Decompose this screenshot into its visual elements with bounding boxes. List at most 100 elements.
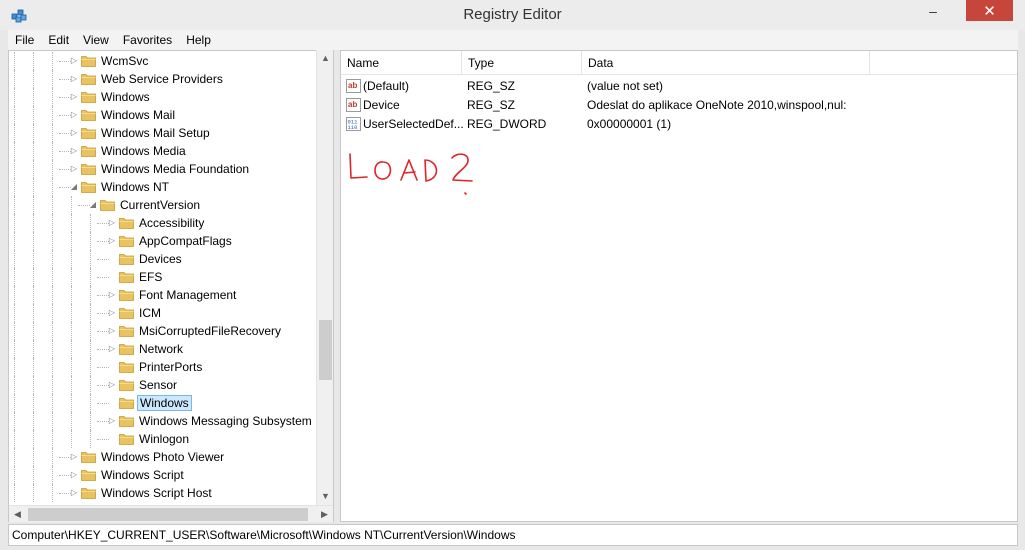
tree-item[interactable]: ▷ Windows (9, 88, 318, 106)
menu-file[interactable]: File (8, 30, 41, 50)
tree-item[interactable]: ▷ Windows Mail Setup (9, 124, 318, 142)
tree-item-label[interactable]: Windows Mail (99, 107, 177, 123)
tree-item[interactable]: ▷ Windows Photo Viewer (9, 448, 318, 466)
scroll-right-icon[interactable]: ▶ (316, 506, 333, 523)
tree-item[interactable]: Windows (9, 394, 318, 412)
menu-edit[interactable]: Edit (41, 30, 76, 50)
tree-item[interactable]: ▷ MsiCorruptedFileRecovery (9, 322, 318, 340)
tree-item[interactable]: ▷ Sensor (9, 376, 318, 394)
tree-item-label[interactable]: Web Service Providers (99, 71, 225, 87)
tree-item-label[interactable]: MsiCorruptedFileRecovery (137, 323, 283, 339)
tree-guide-line (52, 196, 53, 214)
expand-arrow-icon[interactable]: ▷ (107, 217, 117, 229)
values-list[interactable]: Name Type Data ab (Default) REG_SZ (value n… (340, 50, 1018, 522)
expand-arrow-icon[interactable]: ▷ (69, 91, 79, 103)
tree-item-label[interactable]: Windows Media (99, 143, 188, 159)
tree-item[interactable]: ▷ AppCompatFlags (9, 232, 318, 250)
tree-item-label[interactable]: Accessibility (137, 215, 206, 231)
expand-arrow-icon[interactable]: ▷ (107, 289, 117, 301)
close-button[interactable]: ✕ (966, 0, 1013, 21)
tree-item[interactable]: ▷ Windows Script Host (9, 484, 318, 502)
tree-item[interactable]: ▷ Windows Messaging Subsystem (9, 412, 318, 430)
tree-item-label[interactable]: EFS (137, 269, 164, 285)
tree-item-label[interactable]: AppCompatFlags (137, 233, 234, 249)
tree-item[interactable]: ▷ Web Service Providers (9, 70, 318, 88)
tree-item-label[interactable]: Windows Script Host (99, 485, 214, 501)
tree-guide-line (90, 286, 91, 304)
expand-arrow-icon[interactable]: ▷ (107, 325, 117, 337)
expand-arrow-icon[interactable]: ▷ (107, 379, 117, 391)
list-item[interactable]: 011 110 UserSelectedDef... REG_DWORD 0x00000… (341, 115, 1017, 134)
tree-item[interactable]: ▷ Windows Media (9, 142, 318, 160)
tree-item-label[interactable]: Winlogon (137, 431, 191, 447)
tree-item-label[interactable]: WcmSvc (99, 53, 150, 69)
tree-item[interactable]: EFS (9, 268, 318, 286)
column-header-name[interactable]: Name (341, 51, 462, 75)
menu-view[interactable]: View (76, 30, 116, 50)
tree-item-label[interactable]: CurrentVersion (118, 197, 202, 213)
key-tree[interactable]: ▷ WcmSvc ▷ Web Service Providers ▷ Windows ▷ Wi… (8, 50, 334, 522)
tree-item[interactable]: Devices (9, 250, 318, 268)
menu-favorites[interactable]: Favorites (116, 30, 179, 50)
tree-guide-line (52, 304, 53, 322)
tree-item[interactable]: Winlogon (9, 430, 318, 448)
expand-arrow-icon[interactable]: ▷ (69, 451, 79, 463)
tree-item-label[interactable]: Windows Messaging Subsystem (137, 413, 314, 429)
expand-arrow-icon[interactable]: ▷ (69, 487, 79, 499)
tree-item-label[interactable]: Windows Media Foundation (99, 161, 251, 177)
tree-guide-line (71, 376, 72, 394)
tree-item[interactable]: ▷ Windows Mail (9, 106, 318, 124)
tree-item[interactable]: ▷ Network (9, 340, 318, 358)
expand-arrow-icon[interactable]: ▷ (107, 343, 117, 355)
scroll-down-icon[interactable]: ▼ (317, 488, 334, 505)
expand-arrow-icon[interactable]: ▷ (69, 163, 79, 175)
tree-item[interactable]: ▷ Windows Media Foundation (9, 160, 318, 178)
tree-guide-line (14, 430, 15, 448)
folder-icon (119, 378, 134, 391)
expand-arrow-icon[interactable]: ▷ (69, 145, 79, 157)
collapse-arrow-icon[interactable]: ◢ (88, 199, 98, 211)
tree-item[interactable]: ▷ Accessibility (9, 214, 318, 232)
list-item[interactable]: ab (Default) REG_SZ (value not set) (341, 77, 1017, 96)
tree-item-label[interactable]: ICM (137, 305, 163, 321)
expand-arrow-icon[interactable]: ▷ (107, 415, 117, 427)
tree-item-label[interactable]: Font Management (137, 287, 238, 303)
tree-item[interactable]: ▷ Windows Script (9, 466, 318, 484)
tree-item[interactable]: ◢ CurrentVersion (9, 196, 318, 214)
expand-arrow-icon[interactable]: ▷ (69, 127, 79, 139)
tree-item-label[interactable]: Sensor (137, 377, 179, 393)
scroll-left-icon[interactable]: ◀ (9, 506, 26, 523)
expand-arrow-icon[interactable]: ▷ (107, 307, 117, 319)
tree-item[interactable]: ▷ Font Management (9, 286, 318, 304)
tree-item[interactable]: PrinterPorts (9, 358, 318, 376)
expand-arrow-icon[interactable]: ▷ (107, 235, 117, 247)
expand-arrow-icon[interactable]: ▷ (69, 73, 79, 85)
column-header-data[interactable]: Data (582, 51, 870, 75)
tree-item[interactable]: ▷ ICM (9, 304, 318, 322)
column-header-type[interactable]: Type (462, 51, 582, 75)
tree-item-label[interactable]: Windows Photo Viewer (99, 449, 226, 465)
tree-item-label[interactable]: Windows Script (99, 467, 186, 483)
scroll-up-icon[interactable]: ▲ (317, 50, 334, 67)
scroll-thumb[interactable] (319, 320, 332, 380)
expand-arrow-icon[interactable]: ▷ (69, 109, 79, 121)
expand-arrow-icon[interactable]: ▷ (69, 469, 79, 481)
minimize-button[interactable]: – (918, 0, 948, 21)
scroll-thumb[interactable] (28, 508, 308, 521)
collapse-arrow-icon[interactable]: ◢ (69, 181, 79, 193)
tree-item-label[interactable]: Windows (99, 89, 152, 105)
expand-arrow-icon[interactable]: ▷ (69, 55, 79, 67)
tree-item-label[interactable]: Network (137, 341, 185, 357)
list-item[interactable]: ab Device REG_SZ Odeslat do aplikace OneNot… (341, 96, 1017, 115)
tree-item-label[interactable]: Devices (137, 251, 184, 267)
tree-item-label[interactable]: Windows NT (99, 179, 171, 195)
tree-vertical-scrollbar[interactable]: ▲ ▼ (316, 50, 333, 505)
tree-item-label[interactable]: PrinterPorts (137, 359, 204, 375)
tree-item-label[interactable]: Windows Mail Setup (99, 125, 212, 141)
menu-help[interactable]: Help (179, 30, 218, 50)
tree-item[interactable]: ◢ Windows NT (9, 178, 318, 196)
tree-horizontal-scrollbar[interactable]: ◀ ▶ (9, 505, 333, 522)
tree-item-label[interactable]: Windows (137, 395, 192, 411)
folder-icon (119, 306, 134, 319)
tree-item[interactable]: ▷ WcmSvc (9, 52, 318, 70)
